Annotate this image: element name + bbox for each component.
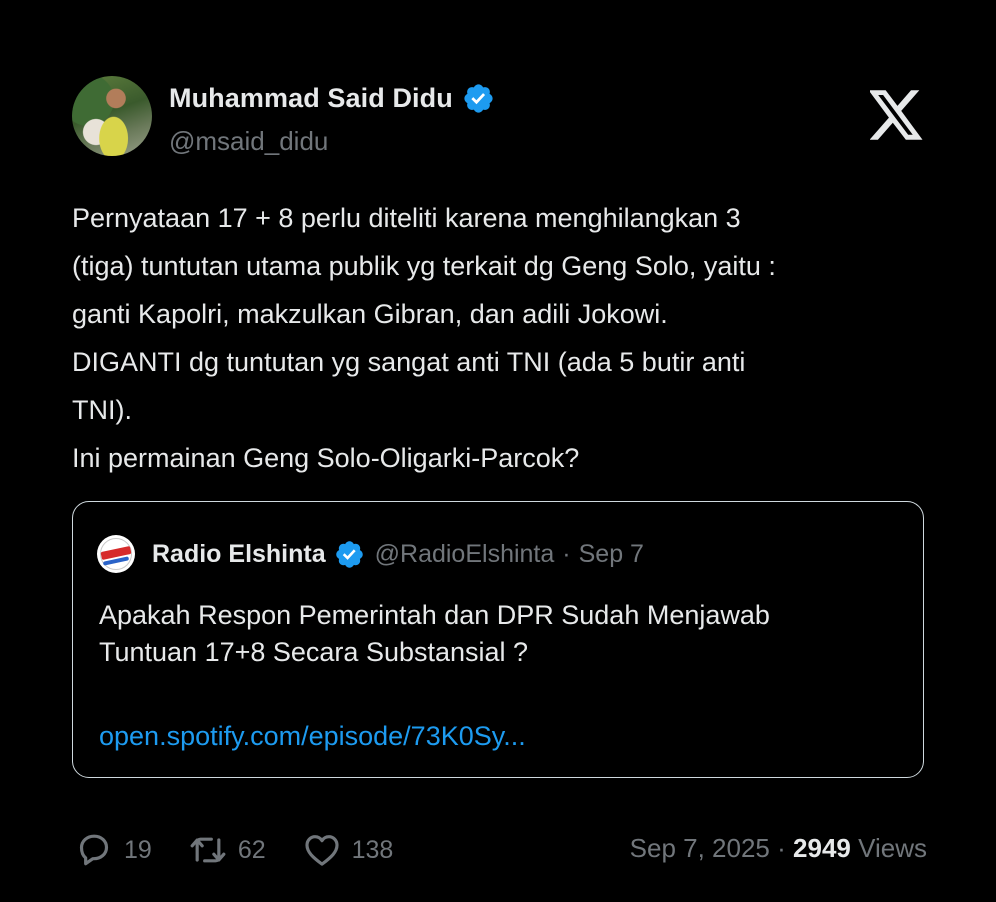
reply-count: 19 bbox=[124, 835, 152, 864]
retweet-count: 62 bbox=[237, 835, 266, 864]
tweet-text: Pernyataan 17 + 8 perlu diteliti karena … bbox=[72, 194, 942, 482]
retweet-button[interactable]: 62 bbox=[188, 830, 266, 870]
tweet-line: DIGANTI dg tuntutan yg sangat anti TNI (… bbox=[72, 347, 746, 377]
quoted-tweet-card[interactable]: Radio Elshinta @RadioElshinta · Sep 7 Ap… bbox=[72, 501, 924, 778]
like-count: 138 bbox=[351, 835, 394, 864]
reply-button[interactable]: 19 bbox=[74, 830, 152, 870]
tweet-actions: 19 62 138 bbox=[74, 830, 429, 870]
author-name[interactable]: Muhammad Said Didu bbox=[169, 83, 453, 114]
like-button[interactable]: 138 bbox=[302, 830, 394, 870]
quoted-tweet-date[interactable]: Sep 7 bbox=[579, 540, 644, 569]
meta-separator: · bbox=[562, 539, 571, 568]
tweet-line: Pernyataan 17 + 8 perlu diteliti karena … bbox=[72, 203, 741, 233]
quoted-author-name[interactable]: Radio Elshinta bbox=[152, 540, 326, 569]
verified-badge-icon bbox=[335, 540, 363, 568]
verified-badge-icon bbox=[464, 83, 493, 113]
heart-icon bbox=[305, 835, 339, 866]
quoted-tweet-link[interactable]: open.spotify.com/episode/73K0Sy... bbox=[99, 721, 526, 752]
author-avatar[interactable] bbox=[72, 76, 152, 156]
tweet-date[interactable]: Sep 7, 2025 bbox=[630, 833, 770, 863]
tweet-header: Muhammad Said Didu @msaid_didu bbox=[72, 76, 932, 160]
tweet-line: Ini permainan Geng Solo-Oligarki-Parcok? bbox=[72, 443, 580, 473]
quoted-author-handle[interactable]: @RadioElshinta bbox=[375, 540, 555, 569]
author-handle[interactable]: @msaid_didu bbox=[169, 126, 328, 157]
quoted-tweet-line: Tuntuan 17+8 Secara Substansial ? bbox=[99, 637, 529, 667]
reply-icon bbox=[79, 834, 109, 866]
views-label: Views bbox=[858, 833, 927, 863]
meta-separator: · bbox=[777, 833, 786, 863]
quoted-tweet-text: Apakah Respon Pemerintah dan DPR Sudah M… bbox=[99, 597, 770, 671]
quoted-tweet-header: Radio Elshinta @RadioElshinta · Sep 7 bbox=[97, 534, 644, 574]
views-count: 2949 bbox=[793, 833, 851, 863]
tweet-line: (tiga) tuntutan utama publik yg terkait … bbox=[72, 251, 776, 281]
tweet-line: ganti Kapolri, makzulkan Gibran, dan adi… bbox=[72, 299, 668, 329]
x-logo-icon[interactable] bbox=[870, 90, 924, 140]
author-name-row: Muhammad Said Didu bbox=[169, 80, 495, 116]
retweet-icon bbox=[190, 837, 226, 863]
tweet-stats: Sep 7, 2025 · 2949 Views bbox=[630, 833, 927, 864]
quoted-tweet-line: Apakah Respon Pemerintah dan DPR Sudah M… bbox=[99, 600, 770, 630]
tweet-line: TNI). bbox=[72, 395, 132, 425]
quoted-author-avatar[interactable] bbox=[97, 535, 135, 573]
